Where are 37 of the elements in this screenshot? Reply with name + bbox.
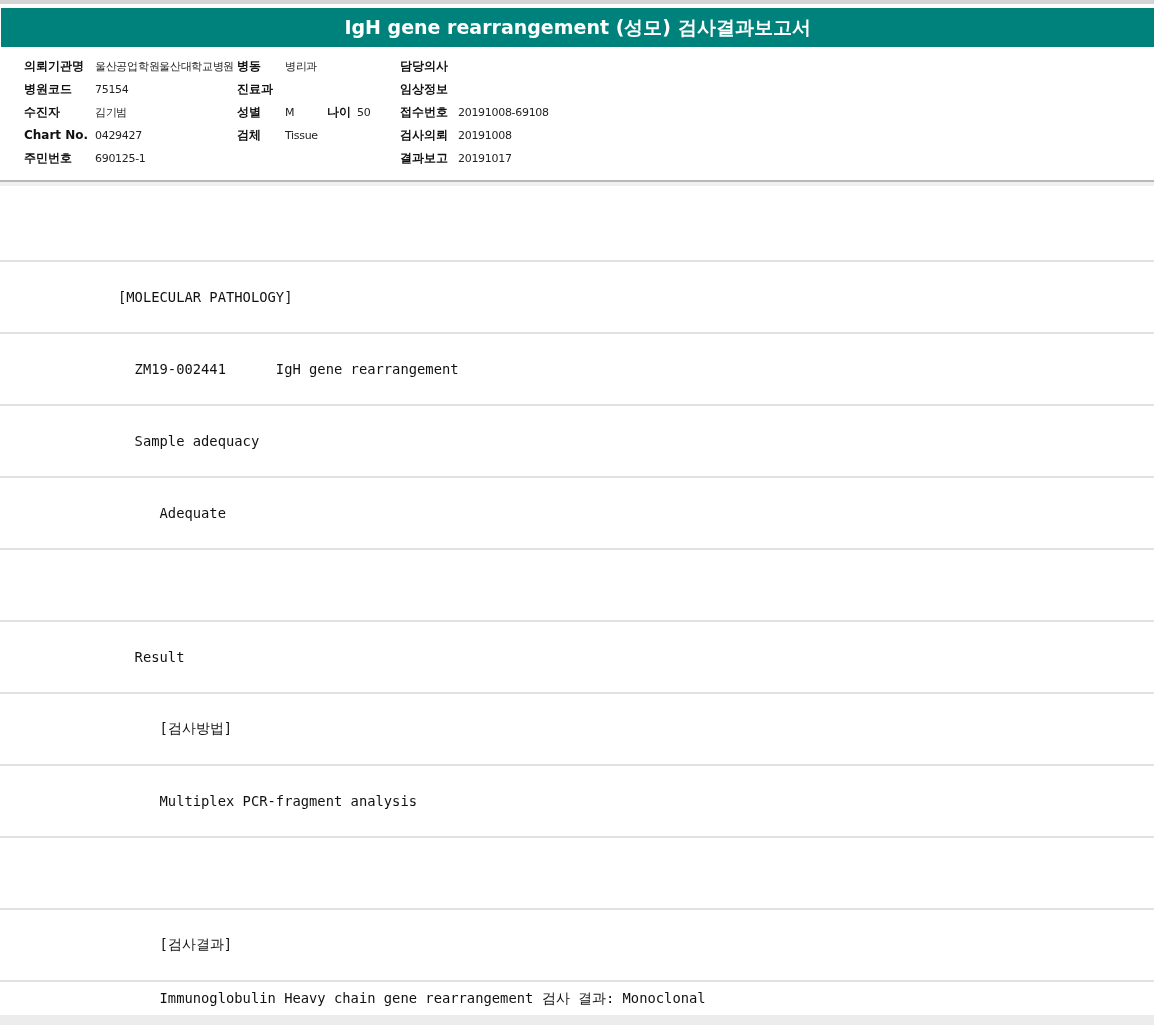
- report-line: Multiplex PCR-fragment analysis: [158, 793, 418, 809]
- field-label: 나이: [327, 104, 351, 121]
- field-label: 접수번호: [400, 105, 448, 119]
- field-label: 임상정보: [400, 82, 448, 96]
- field-label: 검사의뢰: [400, 128, 448, 142]
- field-value: 50: [357, 106, 371, 119]
- field-label: 검체: [237, 128, 261, 142]
- field-label: 주민번호: [24, 151, 72, 165]
- field-label: 병원코드: [24, 82, 72, 96]
- field-label: 담당의사: [400, 59, 448, 73]
- report-line: [검사결과]: [158, 936, 233, 954]
- field-label: 결과보고: [400, 151, 448, 165]
- field-value: 20191008: [458, 129, 512, 142]
- report-line: ZM19-002441 IgH gene rearrangement: [133, 361, 459, 377]
- field-value: M: [285, 106, 295, 119]
- field-value: 20191017: [458, 152, 512, 165]
- report-line: Adequate: [158, 505, 226, 521]
- field-value: 병리과: [285, 60, 318, 73]
- field-label: Chart No.: [24, 128, 89, 142]
- field-label: 의뢰기관명: [24, 59, 84, 73]
- report-line: Result: [133, 649, 185, 665]
- field-label: 성별: [237, 105, 261, 119]
- field-label: 수진자: [24, 105, 60, 119]
- field-value: 울산공업학원울산대학교병원: [95, 60, 235, 73]
- field-value: 20191008-69108: [458, 106, 549, 119]
- field-value: 690125-1: [95, 152, 146, 165]
- report-line: Immunoglobulin Heavy chain gene rearrangement 검사 결과: Monoclonal: [158, 989, 706, 1008]
- report-title: IgH gene rearrangement (성모) 검사결과보고서: [1, 8, 1154, 47]
- report-line: Sample adequacy: [133, 433, 260, 449]
- report-line: [검사방법]: [158, 720, 233, 738]
- report-line: [MOLECULAR PATHOLOGY]: [118, 289, 293, 305]
- field-value: Tissue: [285, 129, 318, 142]
- field-value: 75154: [95, 83, 129, 96]
- field-value: 0429427: [95, 129, 142, 142]
- field-label: 진료과: [237, 82, 273, 96]
- field-value: 김기범: [95, 106, 128, 119]
- field-label: 병동: [237, 59, 261, 73]
